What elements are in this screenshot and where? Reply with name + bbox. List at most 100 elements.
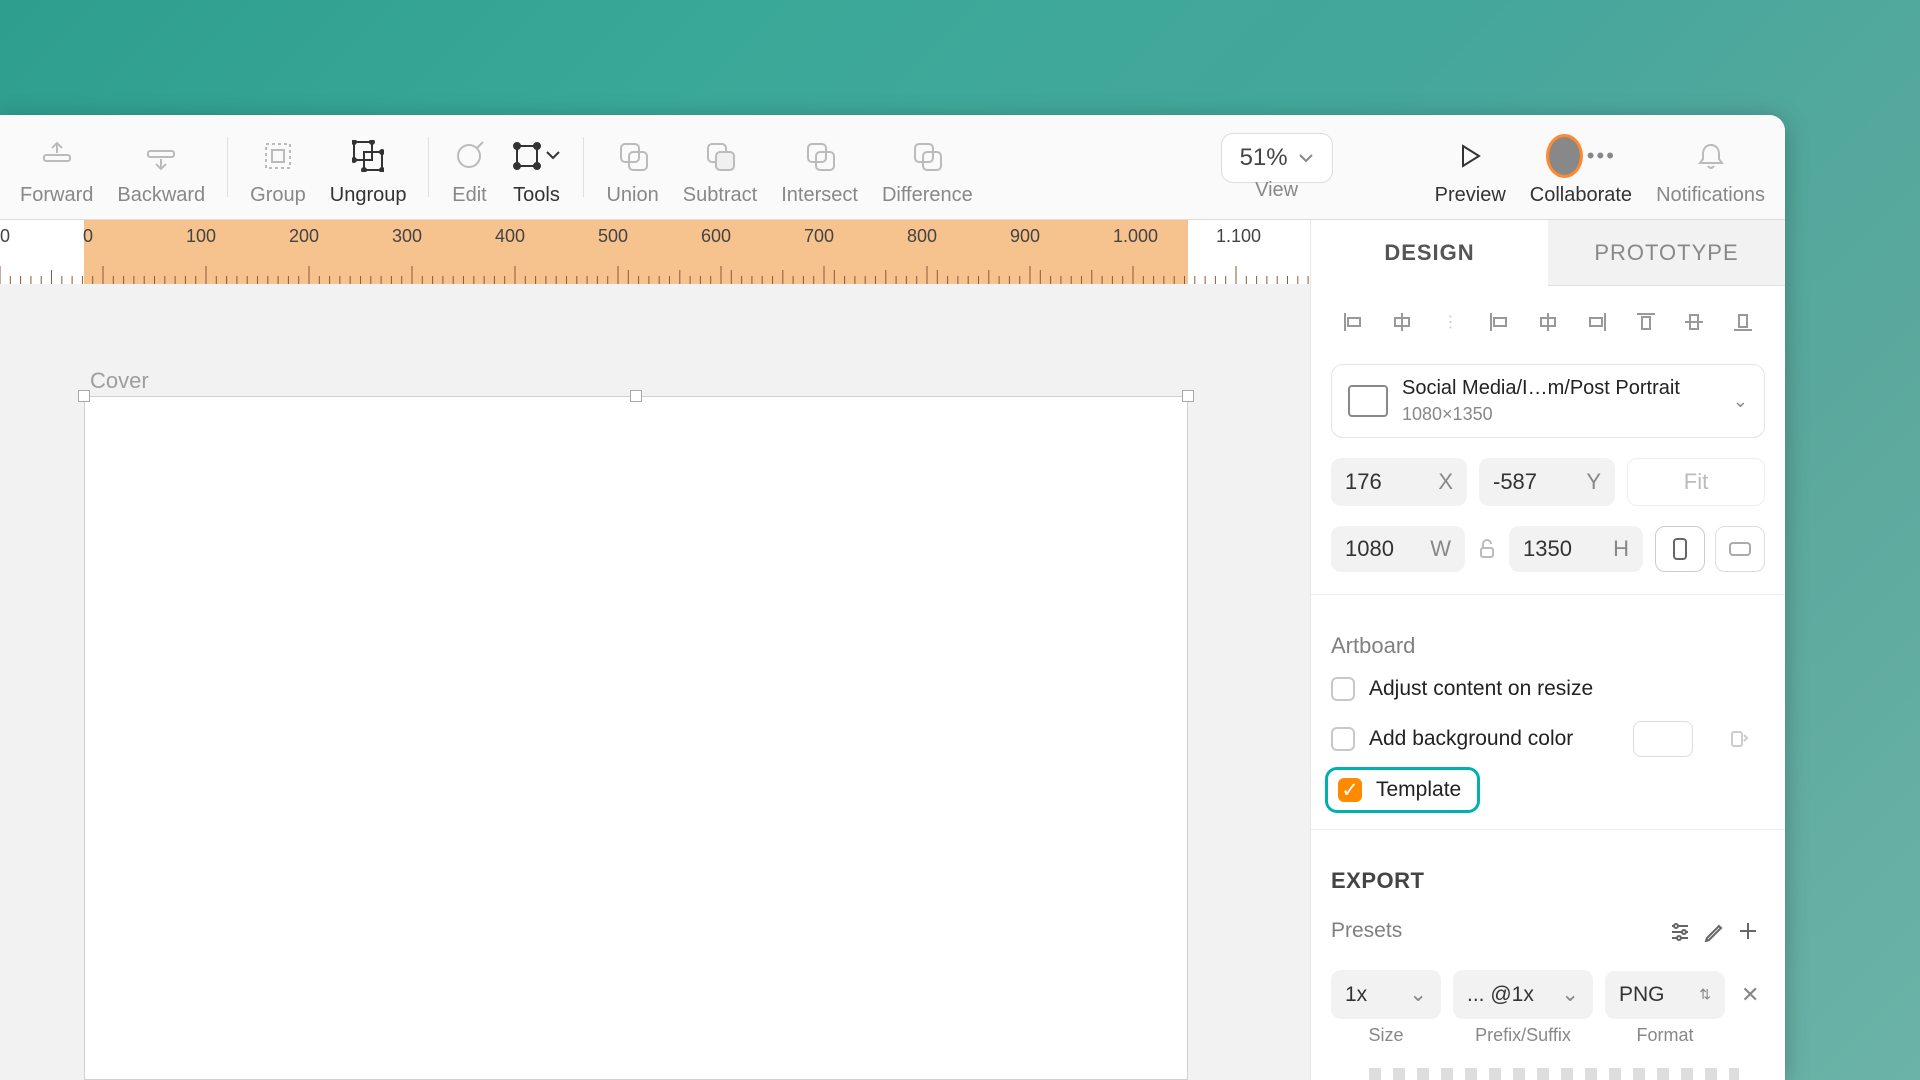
export-format-select[interactable]: PNG⇅ xyxy=(1605,971,1725,1019)
align-right2-icon[interactable] xyxy=(1577,302,1617,342)
size-label: Size xyxy=(1331,1025,1441,1046)
align-row: ⋮ xyxy=(1311,286,1785,358)
avatar xyxy=(1546,134,1583,178)
tab-design[interactable]: DESIGN xyxy=(1311,220,1548,286)
union-icon xyxy=(615,138,651,174)
notifications-button[interactable]: Notifications xyxy=(1644,120,1777,215)
canvas[interactable]: Cover xyxy=(0,284,1310,1080)
app-window: Forward Backward Group Ungroup Edi xyxy=(0,115,1785,1080)
handle-tl[interactable] xyxy=(78,390,90,402)
align-divider-icon: ⋮ xyxy=(1431,302,1471,342)
ungroup-icon xyxy=(350,138,386,174)
orientation-landscape[interactable] xyxy=(1715,526,1765,572)
toolbar: Forward Backward Group Ungroup Edi xyxy=(0,115,1785,220)
subtract-icon xyxy=(702,138,738,174)
handle-tm[interactable] xyxy=(630,390,642,402)
backward-button: Backward xyxy=(105,120,217,215)
fit-button[interactable]: Fit xyxy=(1627,458,1765,506)
collaborate-icon: ••• xyxy=(1546,138,1616,174)
artboard-preset-select[interactable]: Social Media/I…m/Post Portrait 1080×1350… xyxy=(1331,364,1765,438)
artboard[interactable] xyxy=(84,396,1188,1080)
w-field[interactable]: 1080W xyxy=(1331,526,1465,572)
export-preview xyxy=(1357,1068,1739,1080)
align-bottom-icon[interactable] xyxy=(1723,302,1763,342)
format-label: Format xyxy=(1605,1025,1725,1046)
bell-icon xyxy=(1693,138,1729,174)
export-prefix-select[interactable]: ... @1x⌄ xyxy=(1453,970,1593,1019)
y-field[interactable]: -587Y xyxy=(1479,458,1615,506)
collaborate-button[interactable]: ••• Collaborate xyxy=(1518,120,1644,215)
ruler-tick: 100 xyxy=(0,226,10,247)
ruler-tick: 400 xyxy=(495,226,525,247)
color-swatch[interactable] xyxy=(1633,721,1693,757)
tab-prototype[interactable]: PROTOTYPE xyxy=(1548,220,1785,286)
more-dots-icon: ••• xyxy=(1587,143,1616,169)
align-left-icon[interactable] xyxy=(1333,302,1373,342)
tools-button[interactable]: Tools xyxy=(499,120,573,215)
artboard-label[interactable]: Cover xyxy=(90,368,149,394)
preset-title: Social Media/I…m/Post Portrait xyxy=(1402,377,1719,400)
prefix-label: Prefix/Suffix xyxy=(1453,1025,1593,1046)
ruler-tick: 0 xyxy=(83,226,93,247)
align-hcenter2-icon[interactable] xyxy=(1528,302,1568,342)
difference-icon xyxy=(909,138,945,174)
backward-icon xyxy=(143,138,179,174)
remove-preset-icon[interactable]: ✕ xyxy=(1737,982,1763,1008)
artboard-icon xyxy=(1348,385,1388,417)
play-icon xyxy=(1452,138,1488,174)
preset-dims: 1080×1350 xyxy=(1402,404,1719,425)
lock-icon[interactable] xyxy=(1477,526,1497,572)
orientation-portrait[interactable] xyxy=(1655,526,1705,572)
panel-tabs: DESIGN PROTOTYPE xyxy=(1311,220,1785,286)
artboard-section-title: Artboard xyxy=(1311,611,1785,667)
group-icon xyxy=(260,138,296,174)
union-button: Union xyxy=(594,120,670,215)
chevron-down-icon: ⌄ xyxy=(1733,391,1748,412)
tools-icon xyxy=(511,138,561,174)
preview-button[interactable]: Preview xyxy=(1423,120,1518,215)
ruler-tick: 1.000 xyxy=(1113,226,1158,247)
export-section-title: EXPORT xyxy=(1311,846,1785,902)
checkbox-checked-icon: ✓ xyxy=(1338,778,1362,802)
edit-preset-icon[interactable] xyxy=(1697,914,1731,948)
intersect-icon xyxy=(802,138,838,174)
align-right-icon[interactable] xyxy=(1479,302,1519,342)
edit-button: Edit xyxy=(439,120,499,215)
ungroup-button[interactable]: Ungroup xyxy=(318,120,419,215)
ruler-tick: 600 xyxy=(701,226,731,247)
h-field[interactable]: 1350H xyxy=(1509,526,1643,572)
view-label: View xyxy=(1255,179,1298,202)
align-vcenter-icon[interactable] xyxy=(1674,302,1714,342)
group-button: Group xyxy=(238,120,318,215)
template-checkbox[interactable]: ✓ Template xyxy=(1325,767,1480,813)
ruler-tick: 100 xyxy=(186,226,216,247)
handle-tr[interactable] xyxy=(1182,390,1194,402)
zoom-value: 51% xyxy=(1240,144,1288,172)
presets-label: Presets xyxy=(1331,919,1663,943)
ruler-tick: 200 xyxy=(289,226,319,247)
ruler-tick: 800 xyxy=(907,226,937,247)
forward-button: Forward xyxy=(8,120,105,215)
inspector-panel: DESIGN PROTOTYPE ⋮ Social Media/I…m/Post… xyxy=(1310,220,1785,1080)
detach-icon[interactable] xyxy=(1723,721,1755,757)
ruler-tick: 700 xyxy=(804,226,834,247)
add-preset-icon[interactable] xyxy=(1731,914,1765,948)
intersect-button: Intersect xyxy=(769,120,870,215)
ruler-tick: 500 xyxy=(598,226,628,247)
ruler-tick: 900 xyxy=(1010,226,1040,247)
zoom-select[interactable]: 51% xyxy=(1221,133,1333,183)
x-field[interactable]: 176X xyxy=(1331,458,1467,506)
align-top-icon[interactable] xyxy=(1626,302,1666,342)
background-color-checkbox[interactable]: Add background color xyxy=(1311,711,1785,767)
forward-icon xyxy=(39,138,75,174)
checkbox-icon xyxy=(1331,677,1355,701)
difference-button: Difference xyxy=(870,120,985,215)
align-hcenter-icon[interactable] xyxy=(1382,302,1422,342)
export-size-select[interactable]: 1x⌄ xyxy=(1331,970,1441,1019)
chevron-down-icon xyxy=(1298,153,1314,163)
ruler-tick: 300 xyxy=(392,226,422,247)
adjust-content-checkbox[interactable]: Adjust content on resize xyxy=(1311,667,1785,711)
sliders-icon[interactable] xyxy=(1663,914,1697,948)
subtract-button: Subtract xyxy=(671,120,769,215)
checkbox-icon xyxy=(1331,727,1355,751)
